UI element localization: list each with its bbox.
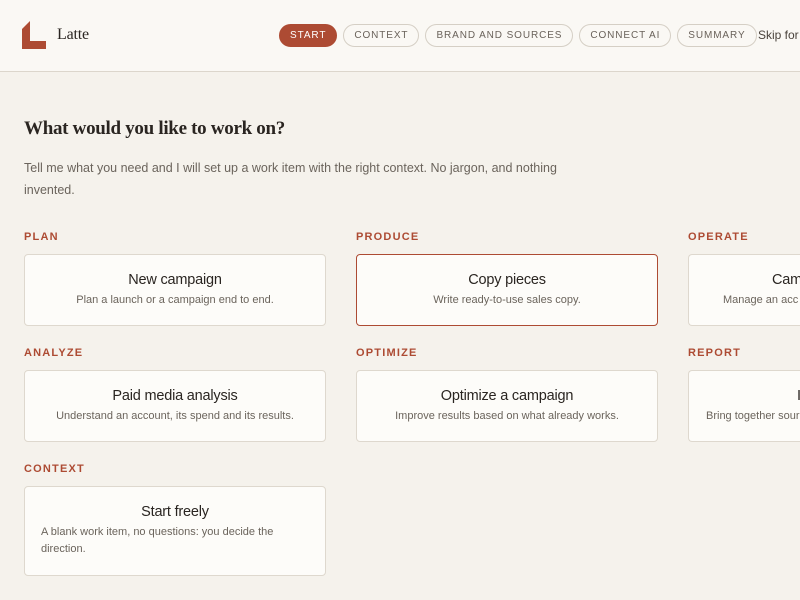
category-label-plan: PLAN (24, 231, 59, 243)
top-header: Latte START CONTEXT BRAND AND SOURCES CO… (0, 0, 800, 72)
app-name: Latte (57, 26, 89, 43)
card-title: New campaign (128, 272, 222, 288)
page-subtitle: Tell me what you need and I will set up … (24, 161, 557, 197)
step-context[interactable]: CONTEXT (343, 24, 420, 47)
card-copy-pieces[interactable]: Copy pieces Write ready-to-use sales cop… (356, 254, 658, 326)
step-brand-and-sources[interactable]: BRAND AND SOURCES (425, 24, 574, 47)
card-description: Improve results based on what already wo… (395, 410, 619, 422)
progress-steps: START CONTEXT BRAND AND SOURCES CONNECT … (279, 24, 757, 47)
card-description: Bring together sour (706, 410, 800, 422)
card-description: Understand an account, its spend and its… (56, 410, 294, 422)
card-description: Plan a launch or a campaign end to end. (76, 294, 274, 306)
category-label-analyze: ANALYZE (24, 347, 84, 359)
card-new-campaign[interactable]: New campaign Plan a launch or a campaign… (24, 254, 326, 326)
category-label-optimize: OPTIMIZE (356, 347, 418, 359)
skip-link[interactable]: Skip for (758, 28, 799, 42)
step-summary[interactable]: SUMMARY (677, 24, 757, 47)
card-description: Manage an acc (723, 294, 799, 306)
card-title: Start freely (141, 504, 209, 520)
page-title: What would you like to work on? (24, 118, 285, 139)
latte-logo-icon[interactable] (22, 21, 46, 49)
card-title: Optimize a campaign (440, 388, 574, 404)
card-description: A blank work item, no questions: you dec… (41, 526, 274, 555)
card-paid-media-analysis[interactable]: Paid media analysis Understand an accoun… (24, 370, 326, 442)
category-label-operate: OPERATE (688, 231, 749, 243)
card-description: Write ready-to-use sales copy. (433, 294, 581, 306)
step-start[interactable]: START (279, 24, 338, 47)
card-title: Cam (772, 272, 800, 288)
card-title: Copy pieces (468, 272, 546, 288)
step-connect-ai[interactable]: CONNECT AI (579, 24, 672, 47)
card-start-freely[interactable]: Start freely A blank work item, no quest… (24, 486, 326, 576)
card-operate[interactable]: Cam Manage an acc (688, 254, 800, 326)
card-report[interactable]: I Bring together sour (688, 370, 800, 442)
card-title: Paid media analysis (112, 388, 238, 404)
category-label-context: CONTEXT (24, 463, 85, 475)
card-optimize-campaign[interactable]: Optimize a campaign Improve results base… (356, 370, 658, 442)
category-label-produce: PRODUCE (356, 231, 420, 243)
category-label-report: REPORT (688, 347, 742, 359)
